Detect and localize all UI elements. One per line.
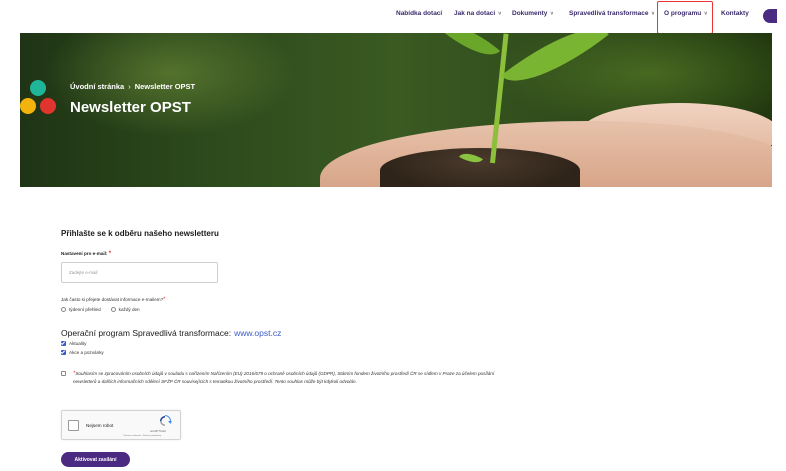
nav-item-label: Nabídka dotací (396, 10, 443, 17)
program-title: Operační program Spravedlivá transformac… (61, 328, 281, 338)
hero-image-soil (380, 148, 580, 187)
nav-item-kontakty[interactable]: Kontakty (721, 10, 749, 17)
program-title-text: Operační program Spravedlivá transformac… (61, 328, 232, 338)
opst-logo-icon[interactable] (20, 80, 60, 120)
logo-dot-yellow (20, 98, 36, 114)
radio-option-daily[interactable]: každý den (110, 307, 140, 312)
nav-item-dokumenty[interactable]: Dokumenty ˅ (512, 10, 553, 17)
chevron-down-icon: ˅ (498, 11, 502, 17)
checkbox-unchecked[interactable] (61, 371, 66, 376)
nav-item-label: O programu (664, 10, 702, 17)
checkbox-label: Akce a pozvánky (69, 350, 104, 355)
chevron-down-icon: ˅ (651, 11, 655, 17)
recaptcha-label: Nejsem robot (86, 423, 114, 428)
radio-label: týdenní přehled (69, 307, 101, 312)
chevron-down-icon: ˅ (550, 11, 554, 17)
email-label: Nastavení pro e-mail: * (61, 251, 111, 257)
radio-button[interactable] (110, 307, 116, 312)
page-title: Newsletter OPST (70, 99, 191, 116)
top-navigation: Nabídka dotací Jak na dotaci ˅ Dokumenty ˅… (0, 0, 786, 34)
logo-dot-teal (30, 80, 46, 96)
frequency-label-text: Jak často si přejete dostávat informace … (61, 297, 164, 302)
radio-option-weekly[interactable]: týdenní přehled (61, 307, 101, 312)
nav-item-label: Kontakty (721, 10, 749, 17)
logo-dot-red (40, 98, 56, 114)
breadcrumb: Úvodní stránka › Newsletter OPST (70, 82, 195, 91)
required-mark: * (108, 251, 112, 257)
chevron-down-icon: ˅ (704, 11, 708, 17)
nav-item-label: Spravedlivá transformace (569, 10, 649, 17)
nav-item-jak-na-dotaci[interactable]: Jak na dotaci ˅ (454, 10, 501, 17)
nav-item-o-programu[interactable]: O programu ˅ (664, 10, 707, 17)
nav-item-nabidka-dotaci[interactable]: Nabídka dotací (396, 10, 442, 17)
recaptcha-terms-link[interactable]: Ochrana soukromí - Smluvní podmínky (123, 435, 161, 437)
hero-image-leaf (501, 33, 609, 103)
frequency-label: Jak často si přejete dostávat informace … (61, 297, 165, 303)
nav-item-spravedliva-transformace[interactable]: Spravedlivá transformace ˅ (569, 10, 654, 17)
recaptcha-widget: Nejsem robot reCAPTCHA Ochrana soukromí … (61, 410, 181, 440)
radio-label: každý den (118, 307, 140, 312)
breadcrumb-home-link[interactable]: Úvodní stránka (70, 82, 124, 91)
nav-action-button[interactable] (763, 9, 777, 23)
nav-item-label: Jak na dotaci (454, 10, 496, 17)
consent-text-body: Souhlasím se zpracováním osobních údajů … (73, 371, 495, 384)
program-link[interactable]: www.opst.cz (234, 328, 281, 338)
breadcrumb-separator: › (128, 82, 131, 91)
consent-text: *Souhlasím se zpracováním osobních údajů… (73, 370, 513, 385)
nav-item-label: Dokumenty (512, 10, 548, 17)
radio-button[interactable] (61, 307, 66, 312)
recaptcha-checkbox[interactable] (68, 420, 79, 431)
annotation-highlight-box (657, 1, 713, 34)
checkbox-akce[interactable]: Akce a pozvánky (61, 350, 104, 355)
consent-checkbox[interactable] (61, 371, 69, 376)
checkbox-checked[interactable] (61, 341, 66, 346)
recaptcha-icon (160, 415, 172, 426)
required-mark: * (163, 297, 166, 303)
checkbox-checked[interactable] (61, 350, 66, 355)
recaptcha-brand: reCAPTCHA (150, 429, 166, 433)
breadcrumb-current: Newsletter OPST (134, 82, 196, 91)
newsletter-section-title: Přihlašte se k odběru našeho newsletteru (61, 229, 219, 238)
checkbox-label: Aktuality (69, 341, 87, 346)
activate-subscription-button[interactable]: Aktivovat zasílání (61, 452, 130, 467)
email-label-text: Nastavení pro e-mail: (61, 251, 108, 256)
email-input[interactable] (61, 262, 218, 283)
hero-image-leaf (439, 33, 501, 68)
checkbox-aktuality[interactable]: Aktuality (61, 341, 86, 346)
frequency-radio-group: týdenní přehled každý den (61, 307, 150, 312)
